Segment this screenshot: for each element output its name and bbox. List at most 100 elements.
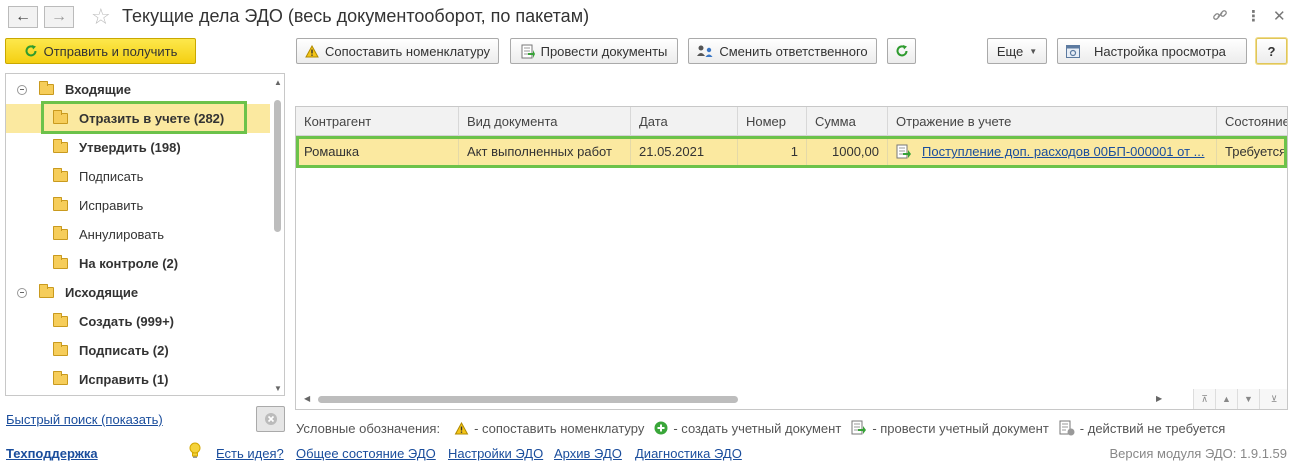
tree-group-label: Исходящие — [65, 285, 139, 300]
tree-item-sign-out[interactable]: Подписать (2) — [6, 336, 270, 365]
forward-button[interactable]: → — [44, 6, 74, 28]
folder-icon — [53, 168, 68, 182]
legend-item: - действий не требуется — [1059, 420, 1225, 436]
help-label: ? — [1267, 43, 1276, 59]
legend-item: - провести учетный документ — [851, 420, 1049, 436]
idea-link[interactable]: Есть идея? — [216, 446, 284, 461]
cell-counterparty[interactable]: Ромашка — [296, 136, 459, 167]
nav-down-button[interactable]: ▼ — [1237, 389, 1259, 409]
tree-group-incoming[interactable]: Входящие — [6, 75, 270, 104]
refresh-button[interactable] — [887, 38, 916, 64]
folder-icon — [53, 342, 68, 356]
collapse-toggle-icon[interactable] — [17, 287, 27, 298]
module-version: Версия модуля ЭДО: 1.9.1.59 — [1109, 446, 1288, 461]
legend: Условные обозначения: - сопоставить номе… — [296, 420, 1225, 436]
tree-item-sign[interactable]: Подписать — [6, 162, 270, 191]
first-page-icon: ⊼ — [1201, 393, 1208, 404]
arrow-left-icon: ← — [15, 8, 31, 25]
col-header-number[interactable]: Номер — [738, 107, 807, 136]
settings-link[interactable]: Настройки ЭДО — [448, 446, 543, 461]
scroll-thumb[interactable] — [274, 100, 281, 232]
match-nomenclature-button[interactable]: Сопоставить номенклатуру — [296, 38, 499, 64]
col-header-counterparty[interactable]: Контрагент — [296, 107, 459, 136]
scroll-right-icon[interactable]: ▶ — [1156, 394, 1162, 403]
folder-icon — [53, 371, 68, 385]
col-header-accounting[interactable]: Отражение в учете — [888, 107, 1217, 136]
post-document-icon — [521, 44, 535, 59]
cell-doc-type[interactable]: Акт выполненных работ — [459, 136, 631, 167]
clear-search-button[interactable] — [256, 406, 285, 432]
folder-icon — [53, 197, 68, 211]
general-state-link[interactable]: Общее состояние ЭДО — [296, 446, 436, 461]
cell-number[interactable]: 1 — [738, 136, 807, 167]
tree-item-create[interactable]: Создать (999+) — [6, 307, 270, 336]
scroll-down-icon[interactable]: ▼ — [274, 384, 282, 393]
scroll-left-icon[interactable]: ◀ — [304, 394, 310, 403]
dropdown-caret-icon: ▼ — [1029, 46, 1038, 56]
back-button[interactable]: ← — [8, 6, 38, 28]
plus-circle-icon — [654, 421, 668, 435]
quick-search-link[interactable]: Быстрый поиск (показать) — [6, 412, 163, 427]
folder-icon — [53, 139, 68, 153]
diagnostics-link[interactable]: Диагностика ЭДО — [635, 446, 742, 461]
help-button[interactable]: ? — [1256, 38, 1287, 64]
folder-icon — [39, 81, 54, 95]
tree-item-label: Подписать (2) — [79, 343, 169, 358]
change-responsible-button[interactable]: Сменить ответственного — [688, 38, 877, 64]
warning-icon — [454, 421, 469, 435]
cell-sum[interactable]: 1000,00 — [807, 136, 888, 167]
legend-label: - действий не требуется — [1079, 420, 1226, 436]
cell-state[interactable]: Требуется — [1217, 136, 1287, 167]
favorite-star-icon[interactable]: ☆ — [91, 4, 111, 30]
scroll-up-icon[interactable]: ▲ — [274, 78, 282, 87]
send-receive-button[interactable]: Отправить и получить — [5, 38, 196, 64]
tree-item-label: Исправить — [79, 198, 144, 213]
nav-last-button[interactable]: ⊻ — [1259, 389, 1287, 409]
tree-scrollbar[interactable]: ▲ ▼ — [273, 78, 282, 393]
refresh-green-icon — [24, 44, 38, 58]
tree-item-approve[interactable]: Утвердить (198) — [6, 133, 270, 162]
tree-item-reflect[interactable]: Отразить в учете (282) — [6, 104, 270, 133]
window-title: Текущие дела ЭДО (весь документооборот, … — [122, 6, 590, 26]
view-settings-button[interactable]: Настройка просмотра — [1057, 38, 1247, 64]
collapse-toggle-icon[interactable] — [17, 84, 27, 95]
nav-up-button[interactable]: ▲ — [1215, 389, 1237, 409]
folder-icon — [53, 313, 68, 327]
col-header-state[interactable]: Состояние — [1217, 107, 1287, 136]
folder-icon — [53, 255, 68, 269]
legend-label: - провести учетный документ — [872, 420, 1049, 436]
more-vert-icon[interactable]: ⋮ — [1246, 7, 1261, 25]
archive-link[interactable]: Архив ЭДО — [554, 446, 622, 461]
send-receive-label: Отправить и получить — [43, 43, 178, 59]
arrow-down-icon: ▼ — [1244, 394, 1253, 404]
hscroll-thumb[interactable] — [318, 396, 738, 403]
post-document-icon — [896, 144, 912, 160]
cell-accounting[interactable]: Поступление доп. расходов 00БП-000001 от… — [888, 136, 1217, 167]
col-header-date[interactable]: Дата — [631, 107, 738, 136]
documents-table: Контрагент Вид документа Дата Номер Сумм… — [295, 106, 1288, 410]
close-icon[interactable]: ✕ — [1273, 7, 1286, 25]
match-nomenclature-label: Сопоставить номенклатуру — [324, 43, 491, 59]
link-icon[interactable] — [1212, 7, 1228, 27]
tree-group-outgoing[interactable]: Исходящие — [6, 278, 270, 307]
legend-item: - создать учетный документ — [654, 421, 841, 436]
support-link[interactable]: Техподдержка — [6, 446, 98, 461]
tree-item-control[interactable]: На контроле (2) — [6, 249, 270, 278]
nav-first-button[interactable]: ⊼ — [1193, 389, 1215, 409]
last-page-icon: ⊻ — [1270, 393, 1278, 404]
refresh-icon — [895, 44, 909, 58]
table-hscrollbar[interactable]: ◀ ▶ — [296, 389, 1176, 409]
tree-item-fix-out[interactable]: Исправить (1) — [6, 365, 270, 394]
more-menu-button[interactable]: Еще ▼ — [987, 38, 1047, 64]
settings-window-icon — [1066, 44, 1080, 58]
col-header-sum[interactable]: Сумма — [807, 107, 888, 136]
tree-item-label: Подписать — [79, 169, 144, 184]
tree-item-annul[interactable]: Аннулировать — [6, 220, 270, 249]
tree-item-fix[interactable]: Исправить — [6, 191, 270, 220]
tree-item-label: На контроле (2) — [79, 256, 179, 271]
post-documents-button[interactable]: Провести документы — [510, 38, 678, 64]
col-header-doc-type[interactable]: Вид документа — [459, 107, 631, 136]
cell-date[interactable]: 21.05.2021 — [631, 136, 738, 167]
tree-item-label: Отразить в учете (282) — [79, 111, 225, 126]
accounting-doc-link[interactable]: Поступление доп. расходов 00БП-000001 от… — [922, 144, 1204, 159]
